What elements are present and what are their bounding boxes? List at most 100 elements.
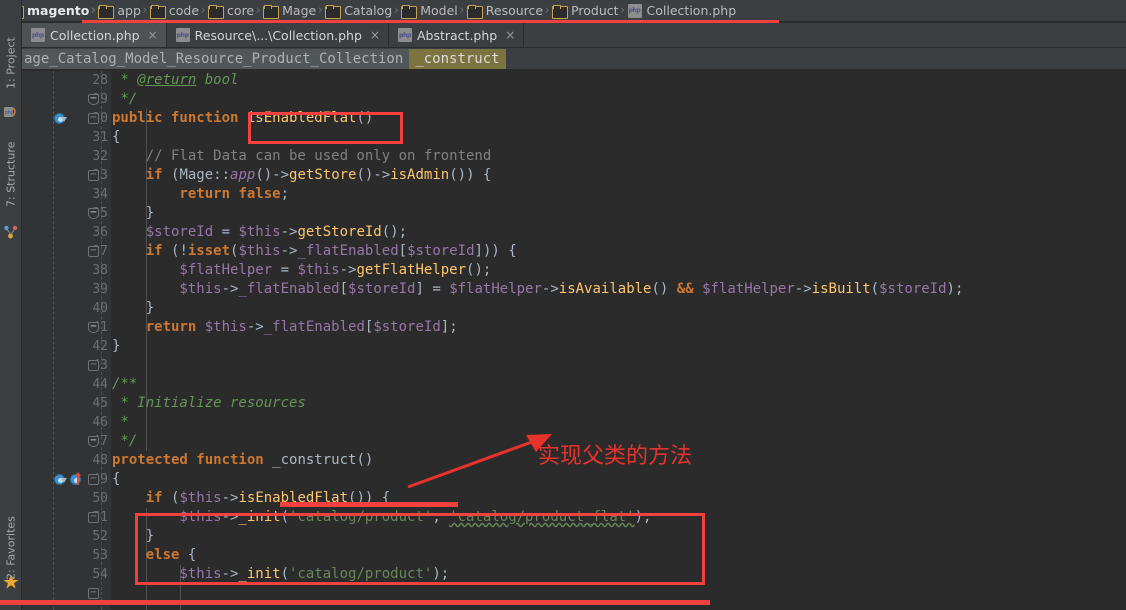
line-number: 42 [92, 339, 108, 354]
code-line[interactable]: } [112, 299, 154, 318]
code-line[interactable]: { [112, 470, 120, 489]
code-line[interactable]: // Flat Data can be used only on fronten… [112, 147, 492, 166]
tab-label: Abstract.php [416, 27, 498, 43]
fold-handle[interactable]: ━ [88, 208, 99, 219]
code-line[interactable]: */ [112, 432, 137, 451]
breadcrumb-item-code[interactable]: code › [145, 0, 206, 22]
breadcrumb-label: Resource [485, 3, 544, 18]
php-file-icon [627, 3, 642, 18]
code-line[interactable]: if (Mage::app()->getStore()->isAdmin()) … [112, 166, 492, 185]
breadcrumb-label: Product [571, 3, 619, 18]
code-line[interactable]: { [112, 128, 120, 147]
tool-button-label: 1: Project [4, 37, 18, 89]
fold-handle[interactable]: ─ [88, 588, 99, 599]
breadcrumb-label: core [227, 3, 255, 18]
breadcrumb-item-resource[interactable]: Resource › [462, 0, 550, 22]
favorites-star-icon [3, 574, 19, 590]
gutter-divider [53, 71, 54, 610]
navbar-member[interactable]: _construct [409, 48, 506, 69]
breadcrumb-item-app[interactable]: app › [93, 0, 147, 22]
line-number: 38 [92, 263, 108, 278]
code-line[interactable] [112, 356, 120, 375]
breadcrumb-label: app [117, 3, 141, 18]
fold-handle[interactable]: ─ [88, 246, 99, 257]
code-content[interactable]: * @return bool */ public function isEnab… [112, 71, 1126, 610]
code-line[interactable]: $this->_init('catalog/product', 'catalog… [112, 508, 651, 527]
annotation-underline-bottom [0, 600, 710, 605]
breadcrumb-item-product[interactable]: Product › [547, 0, 625, 22]
tool-button-label: 7: Structure [4, 141, 18, 207]
close-icon[interactable]: × [148, 29, 158, 41]
code-line[interactable]: else { [112, 546, 197, 565]
code-line[interactable]: return $this->_flatEnabled[$storeId]; [112, 318, 458, 337]
fold-handle[interactable]: ─ [88, 360, 99, 371]
fold-handle[interactable]: ━ [88, 94, 99, 105]
overridden-method-icon[interactable] [70, 472, 83, 487]
breadcrumb-label: code [168, 3, 200, 18]
navbar-class-path[interactable]: age_Catalog_Model_Resource_Product_Colle… [22, 48, 410, 69]
php-file-icon [31, 28, 45, 42]
folder-icon [552, 4, 569, 19]
breadcrumb-item-model[interactable]: Model › [396, 0, 464, 22]
line-number: 28 [92, 73, 108, 88]
overriding-method-icon[interactable] [54, 474, 67, 487]
implementing-method-icon[interactable] [54, 113, 67, 126]
breadcrumb-item-mage[interactable]: Mage › [258, 0, 323, 22]
line-number: 31 [92, 130, 108, 145]
folder-icon [263, 4, 280, 19]
code-editor[interactable]: 28 29 30 31 32 33 34 35 36 37 38 39 40 4… [22, 71, 1126, 610]
line-number: 34 [92, 187, 108, 202]
close-icon[interactable]: × [370, 29, 380, 41]
tab-label: Resource\...\Collection.php [194, 27, 362, 43]
annotation-underline-construct [280, 502, 458, 507]
folder-icon [325, 4, 342, 19]
fold-handle[interactable]: ━ [88, 436, 99, 447]
svg-text:php: php [5, 110, 14, 116]
breadcrumb-item-catalog[interactable]: Catalog › [320, 0, 399, 22]
sidebar-item-project[interactable]: 1: Project [0, 26, 22, 100]
fold-handle[interactable]: ─ [88, 474, 99, 485]
code-line[interactable]: public function isEnabledFlat() [112, 109, 373, 128]
code-line[interactable]: * @return bool [112, 71, 238, 90]
folder-icon [401, 4, 418, 19]
editor-tabs: Collection.php × Resource\...\Collection… [22, 23, 1126, 47]
close-icon[interactable]: × [505, 29, 515, 41]
breadcrumb-item-collection-php[interactable]: Collection.php [623, 0, 741, 22]
editor-gutter[interactable]: 28 29 30 31 32 33 34 35 36 37 38 39 40 4… [22, 71, 112, 610]
fold-handle[interactable]: ─ [88, 170, 99, 181]
annotation-note-text: 实现父类的方法 [538, 444, 693, 469]
code-line[interactable]: $this->_flatEnabled[$storeId] = $flatHel… [112, 280, 963, 299]
tool-button-label: 2: Favorites [4, 516, 18, 580]
breadcrumb-label: Catalog [344, 3, 393, 18]
folder-icon [208, 4, 225, 19]
fold-handle[interactable]: ─ [88, 512, 99, 523]
line-number: 45 [92, 396, 108, 411]
code-line[interactable]: /** [112, 375, 137, 394]
code-line[interactable]: } [112, 527, 154, 546]
fold-handle[interactable]: ─ [88, 113, 99, 124]
code-line[interactable]: * Initialize resources [112, 394, 305, 413]
fold-handle[interactable]: ━ [88, 322, 99, 333]
tab-collection-php[interactable]: Collection.php × [22, 23, 167, 47]
line-number: 53 [92, 548, 108, 563]
folder-icon [466, 4, 483, 19]
code-line[interactable]: if (!isset($this->_flatEnabled[$storeId]… [112, 242, 517, 261]
code-line[interactable]: * [112, 413, 128, 432]
sidebar-item-structure[interactable]: 7: Structure [0, 128, 22, 220]
code-line[interactable]: } [112, 204, 154, 223]
code-line[interactable]: return false; [112, 185, 289, 204]
line-number: 46 [92, 415, 108, 430]
tab-resource-collection-php[interactable]: Resource\...\Collection.php × [166, 23, 389, 47]
code-line[interactable]: protected function _construct() [112, 451, 373, 470]
line-number: 48 [92, 453, 108, 468]
line-number: 50 [92, 491, 108, 506]
breadcrumb: magento › app › code › core › Mage › Cat… [0, 0, 1126, 22]
tab-abstract-php[interactable]: Abstract.php × [388, 23, 525, 47]
code-line[interactable]: } [112, 337, 120, 356]
code-line[interactable]: $flatHelper = $this->getFlatHelper(); [112, 261, 491, 280]
code-line[interactable]: */ [112, 90, 137, 109]
line-number: 32 [92, 149, 108, 164]
code-line[interactable]: $storeId = $this->getStoreId(); [112, 223, 407, 242]
code-line[interactable]: $this->_init('catalog/product'); [112, 565, 449, 584]
breadcrumb-item-core[interactable]: core › [203, 0, 261, 22]
